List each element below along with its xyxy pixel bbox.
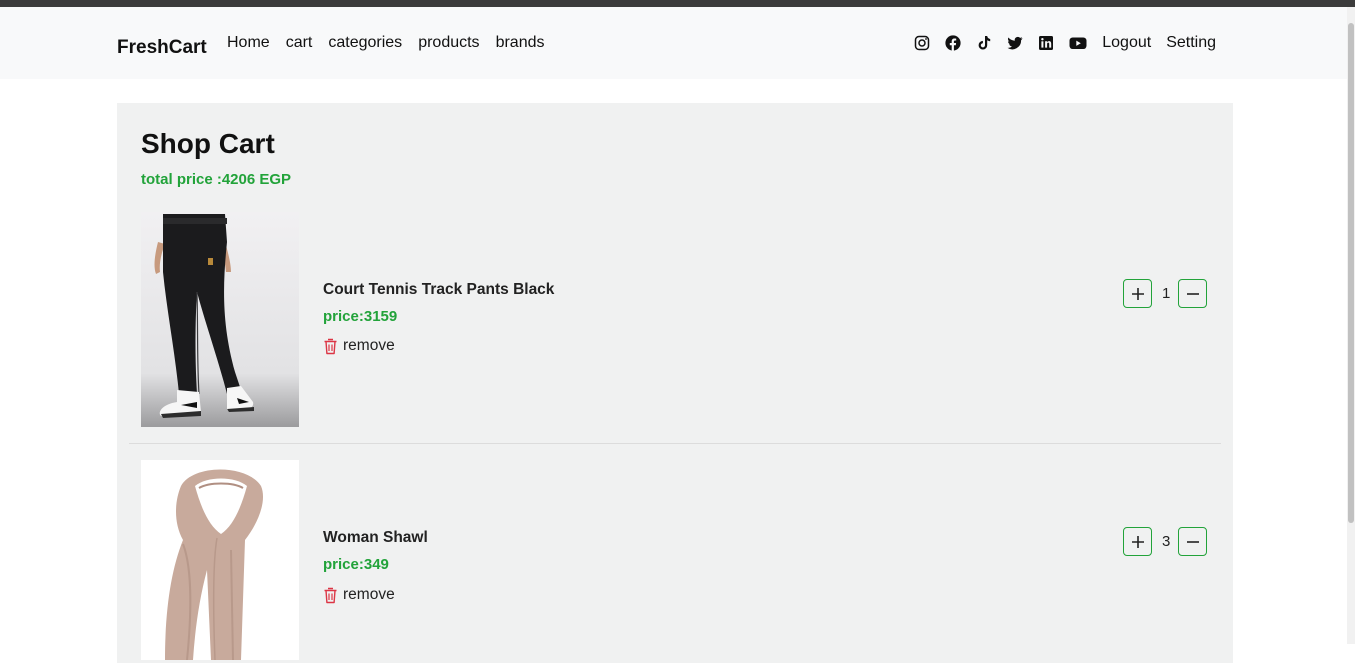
product-name: Court Tennis Track Pants Black: [323, 281, 555, 298]
instagram-icon[interactable]: [914, 35, 930, 51]
cart-item: Court Tennis Track Pants Black price:315…: [129, 212, 1221, 428]
cart-title: Shop Cart: [141, 128, 275, 159]
remove-button[interactable]: remove: [323, 586, 395, 604]
scrollbar-thumb[interactable]: [1348, 23, 1354, 523]
remove-label: remove: [343, 586, 395, 603]
remove-label: remove: [343, 337, 395, 354]
product-price: price:3159: [323, 308, 398, 325]
quantity-value: 3: [1162, 533, 1171, 550]
nav-link-products[interactable]: products: [418, 34, 479, 52]
total-price: total price :4206 EGP: [141, 171, 292, 188]
trash-icon: [324, 338, 337, 354]
nav-link-home[interactable]: Home: [227, 34, 270, 52]
page-scrollbar[interactable]: [1347, 7, 1355, 644]
brand-logo[interactable]: FreshCart: [117, 37, 207, 59]
nav-link-cart[interactable]: cart: [286, 34, 313, 52]
nav-links: Home cart categories products brands: [227, 34, 544, 52]
item-divider: [129, 443, 1221, 444]
product-image[interactable]: [141, 460, 299, 661]
increase-qty-button[interactable]: [1123, 279, 1152, 308]
window-top-strip: [0, 0, 1355, 7]
tiktok-icon[interactable]: [976, 35, 992, 51]
setting-link[interactable]: Setting: [1166, 34, 1216, 52]
minus-icon: [1186, 540, 1199, 543]
quantity-stepper: 3: [1123, 527, 1207, 556]
nav-link-brands[interactable]: brands: [496, 34, 545, 52]
shop-cart-panel: Shop Cart total price :4206 EGP Court Te…: [117, 103, 1233, 663]
cart-item: Woman Shawl price:349 remove 3: [129, 460, 1221, 661]
plus-icon: [1131, 535, 1144, 548]
linkedin-icon[interactable]: [1038, 35, 1054, 51]
product-name: Woman Shawl: [323, 529, 428, 546]
facebook-icon[interactable]: [945, 35, 961, 51]
minus-icon: [1186, 292, 1199, 295]
quantity-stepper: 1: [1123, 279, 1207, 308]
logout-link[interactable]: Logout: [1102, 34, 1151, 52]
decrease-qty-button[interactable]: [1178, 279, 1207, 308]
quantity-value: 1: [1162, 285, 1171, 302]
trash-icon: [324, 587, 337, 603]
product-image[interactable]: [141, 212, 299, 427]
nav-right: Logout Setting: [914, 34, 1216, 52]
nav-link-categories[interactable]: categories: [328, 34, 402, 52]
remove-button[interactable]: remove: [323, 337, 395, 355]
decrease-qty-button[interactable]: [1178, 527, 1207, 556]
youtube-icon[interactable]: [1069, 35, 1087, 51]
product-price: price:349: [323, 556, 389, 573]
increase-qty-button[interactable]: [1123, 527, 1152, 556]
twitter-icon[interactable]: [1007, 35, 1023, 51]
plus-icon: [1131, 287, 1144, 300]
navbar: FreshCart Home cart categories products …: [0, 7, 1347, 79]
